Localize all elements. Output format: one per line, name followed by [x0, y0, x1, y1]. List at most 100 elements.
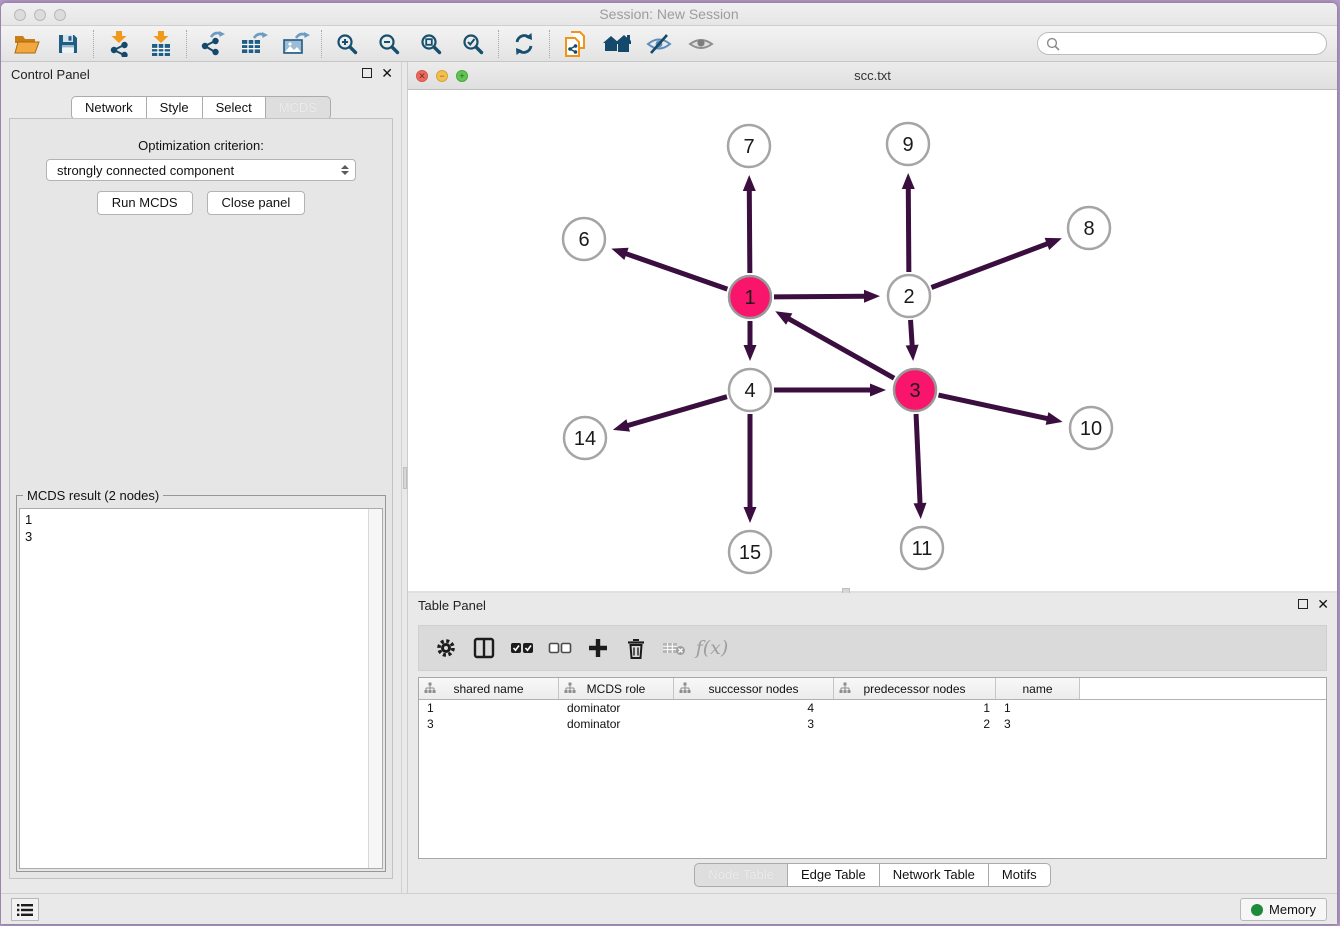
- export-table-icon[interactable]: [233, 28, 275, 60]
- search-input[interactable]: [1065, 36, 1318, 51]
- network-window-titlebar[interactable]: ✕ − + scc.txt: [408, 62, 1337, 90]
- column-header-predecessor-nodes[interactable]: predecessor nodes: [834, 678, 996, 699]
- graph-node-label: 1: [744, 287, 755, 309]
- float-panel-icon[interactable]: [362, 68, 372, 78]
- graph-edge-2-3[interactable]: [911, 320, 913, 347]
- graph-edge-3-1[interactable]: [787, 318, 894, 378]
- graph-node-label: 11: [912, 538, 933, 560]
- refresh-icon[interactable]: [503, 28, 545, 60]
- export-network-icon[interactable]: [191, 28, 233, 60]
- houses-icon[interactable]: [596, 28, 638, 60]
- splitter-handle[interactable]: [403, 467, 407, 489]
- cell-name[interactable]: 3: [996, 717, 1080, 731]
- zoom-selected-icon[interactable]: [452, 28, 494, 60]
- table-panel: Table Panel ✕: [408, 593, 1337, 893]
- title-bar: Session: New Session: [1, 3, 1337, 26]
- cell-mcds-role[interactable]: dominator: [559, 717, 674, 731]
- optimization-criterion-label: Optimization criterion:: [10, 138, 392, 153]
- gear-icon[interactable]: [429, 631, 463, 665]
- tab-network[interactable]: Network: [71, 96, 147, 120]
- graph-edge-arrow: [906, 345, 919, 361]
- eye-icon[interactable]: [680, 28, 722, 60]
- graph-edge-3-11[interactable]: [916, 414, 920, 505]
- column-header-successor-nodes[interactable]: successor nodes: [674, 678, 834, 699]
- open-session-icon[interactable]: [5, 28, 47, 60]
- float-panel-icon[interactable]: [1298, 599, 1308, 609]
- optimization-criterion-select[interactable]: strongly connected component: [46, 159, 356, 181]
- cell-shared-name[interactable]: 1: [419, 701, 559, 715]
- close-panel-icon[interactable]: ✕: [381, 68, 393, 78]
- control-panel-title: Control Panel: [11, 67, 90, 82]
- cell-predecessor-nodes[interactable]: 1: [834, 701, 996, 715]
- graph-node-label: 15: [739, 542, 761, 564]
- mcds-result-title: MCDS result (2 nodes): [23, 488, 163, 503]
- tab-select[interactable]: Select: [203, 96, 266, 120]
- share-document-icon[interactable]: [554, 28, 596, 60]
- graph-edge-1-2[interactable]: [774, 296, 866, 297]
- column-header-shared-name[interactable]: shared name: [419, 678, 559, 699]
- graph-edge-1-7[interactable]: [749, 189, 750, 273]
- graph-node-label: 3: [909, 380, 920, 402]
- graph-node-label: 8: [1083, 218, 1094, 240]
- control-panel-tabs: NetworkStyleSelectMCDS: [1, 96, 401, 120]
- toolbar-separator: [549, 30, 550, 58]
- table-row[interactable]: 3dominator323: [419, 716, 1326, 732]
- zoom-fit-icon[interactable]: [410, 28, 452, 60]
- graph-node-label: 10: [1080, 418, 1102, 440]
- memory-status-icon: [1251, 904, 1263, 916]
- tab-node-table[interactable]: Node Table: [694, 863, 788, 887]
- graph-edge-4-14[interactable]: [626, 397, 727, 426]
- table-panel-title: Table Panel: [418, 598, 486, 613]
- close-panel-button[interactable]: Close panel: [207, 191, 306, 215]
- tab-edge-table[interactable]: Edge Table: [788, 863, 880, 887]
- zoom-out-icon[interactable]: [368, 28, 410, 60]
- main-toolbar: [1, 26, 1337, 62]
- close-panel-icon[interactable]: ✕: [1317, 599, 1329, 609]
- network-graph[interactable]: 7968124314101511: [408, 90, 1337, 591]
- tab-network-table[interactable]: Network Table: [880, 863, 989, 887]
- columns-icon[interactable]: [467, 631, 501, 665]
- table-row[interactable]: 1dominator411: [419, 700, 1326, 716]
- tab-motifs[interactable]: Motifs: [989, 863, 1051, 887]
- tab-style[interactable]: Style: [147, 96, 203, 120]
- cell-mcds-role[interactable]: dominator: [559, 701, 674, 715]
- add-icon[interactable]: [581, 631, 615, 665]
- tab-mcds[interactable]: MCDS: [266, 96, 331, 120]
- column-header-mcds-role[interactable]: MCDS role: [559, 678, 674, 699]
- import-network-icon[interactable]: [98, 28, 140, 60]
- graph-node-label: 9: [902, 134, 913, 156]
- toolbar-separator: [186, 30, 187, 58]
- cell-name[interactable]: 1: [996, 701, 1080, 715]
- graph-edge-2-8[interactable]: [931, 243, 1048, 287]
- network-canvas[interactable]: 7968124314101511: [408, 90, 1337, 591]
- vertical-splitter[interactable]: [401, 62, 408, 893]
- memory-button[interactable]: Memory: [1240, 898, 1327, 921]
- save-session-icon[interactable]: [47, 28, 89, 60]
- trash-icon[interactable]: [619, 631, 653, 665]
- graph-edge-3-10[interactable]: [938, 395, 1049, 419]
- import-table-icon[interactable]: [140, 28, 182, 60]
- eye-slash-icon[interactable]: [638, 28, 680, 60]
- node-table[interactable]: shared nameMCDS rolesuccessor nodesprede…: [418, 677, 1327, 859]
- task-history-button[interactable]: [11, 898, 39, 921]
- cell-successor-nodes[interactable]: 4: [674, 701, 834, 715]
- column-header-name[interactable]: name: [996, 678, 1080, 699]
- mcds-result-box[interactable]: 1 3: [19, 508, 383, 869]
- cell-shared-name[interactable]: 3: [419, 717, 559, 731]
- graph-edge-arrow: [613, 419, 630, 431]
- graph-edge-1-6[interactable]: [625, 253, 728, 289]
- run-mcds-button[interactable]: Run MCDS: [97, 191, 193, 215]
- mcds-pane: Optimization criterion: strongly connect…: [9, 118, 393, 879]
- deselect-all-icon[interactable]: [543, 631, 577, 665]
- result-scrollbar[interactable]: [368, 509, 382, 868]
- graph-edge-2-9[interactable]: [908, 187, 909, 272]
- network-window-title: scc.txt: [408, 68, 1337, 83]
- select-all-icon[interactable]: [505, 631, 539, 665]
- list-icon: [17, 903, 33, 917]
- search-icon: [1046, 37, 1060, 51]
- zoom-in-icon[interactable]: [326, 28, 368, 60]
- graph-node-label: 7: [743, 136, 754, 158]
- export-image-icon[interactable]: [275, 28, 317, 60]
- cell-predecessor-nodes[interactable]: 2: [834, 717, 996, 731]
- cell-successor-nodes[interactable]: 3: [674, 717, 834, 731]
